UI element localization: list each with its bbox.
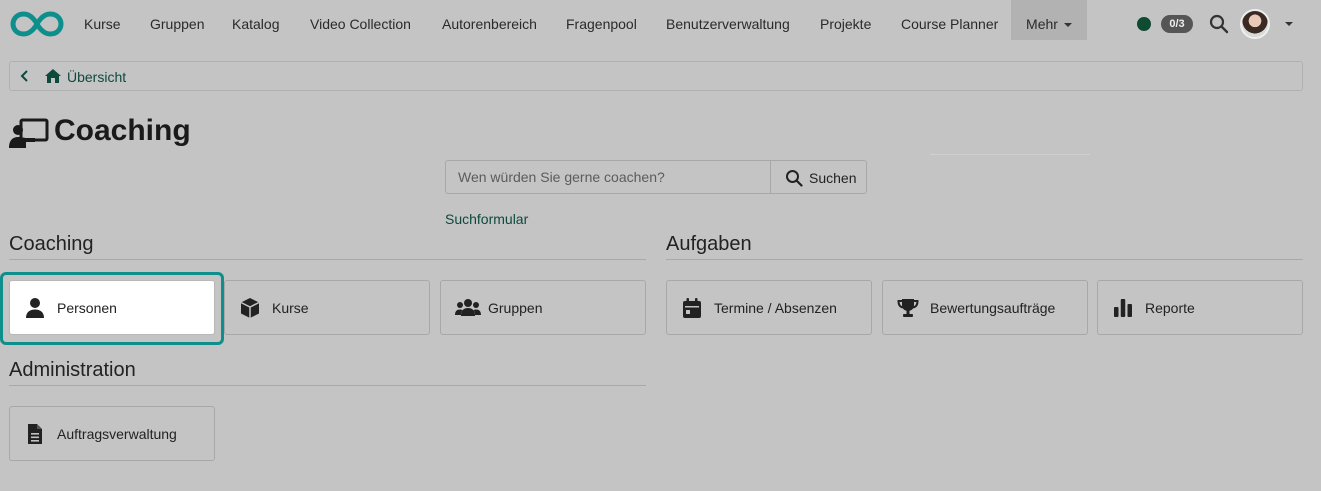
user-icon <box>26 298 44 318</box>
tile-label: Termine / Absenzen <box>714 300 837 316</box>
back-arrow-icon[interactable] <box>18 69 32 83</box>
bar-chart-icon <box>1114 299 1132 317</box>
search-input[interactable] <box>445 160 771 194</box>
coaching-icon <box>9 118 49 148</box>
nav-item-course-planner[interactable]: Course Planner <box>901 0 998 40</box>
users-icon <box>455 299 481 316</box>
tile-gruppen[interactable]: Gruppen <box>440 280 646 335</box>
page-title: Coaching <box>54 114 191 147</box>
tile-label: Personen <box>57 300 117 316</box>
nav-item-fragenpool[interactable]: Fragenpool <box>566 0 637 40</box>
nav-item-benutzerverwaltung[interactable]: Benutzerverwaltung <box>666 0 790 40</box>
breadcrumb-overview-link[interactable]: Übersicht <box>67 69 126 85</box>
trophy-icon <box>897 299 919 317</box>
nav-item-video-collection[interactable]: Video Collection <box>310 0 411 40</box>
search-form-link[interactable]: Suchformular <box>445 211 528 227</box>
divider <box>930 154 1090 155</box>
nav-more-label: Mehr <box>1026 16 1058 32</box>
tile-reporte[interactable]: Reporte <box>1097 280 1303 335</box>
nav-item-projekte[interactable]: Projekte <box>820 0 871 40</box>
nav-item-autorenbereich[interactable]: Autorenbereich <box>442 0 537 40</box>
chevron-down-icon[interactable] <box>1285 22 1293 26</box>
breadcrumb: Übersicht <box>9 61 1303 91</box>
calendar-icon <box>683 298 701 318</box>
tile-label: Bewertungsaufträge <box>930 300 1056 316</box>
home-icon[interactable] <box>44 68 62 84</box>
section-heading-coaching: Coaching <box>9 233 94 255</box>
section-heading-aufgaben: Aufgaben <box>666 233 752 255</box>
tile-kurse[interactable]: Kurse <box>224 280 430 335</box>
tile-personen[interactable]: Personen <box>9 280 215 335</box>
section-heading-administration: Administration <box>9 359 136 381</box>
nav-item-katalog[interactable]: Katalog <box>232 0 279 40</box>
tile-label: Auftragsverwaltung <box>57 426 177 442</box>
search-button-label: Suchen <box>809 170 857 186</box>
tile-label: Gruppen <box>488 300 543 316</box>
nav-item-gruppen[interactable]: Gruppen <box>150 0 204 40</box>
notification-badge[interactable]: 0/3 <box>1161 15 1193 33</box>
logo-infinity-icon[interactable] <box>10 9 64 39</box>
nav-more-dropdown[interactable]: Mehr <box>1011 0 1087 40</box>
chevron-down-icon <box>1063 23 1072 28</box>
document-icon <box>28 424 42 444</box>
top-navigation: Kurse Gruppen Katalog Video Collection A… <box>0 0 1321 48</box>
tile-label: Kurse <box>272 300 309 316</box>
tile-bewertungsauftraege[interactable]: Bewertungsaufträge <box>882 280 1088 335</box>
search-icon <box>786 170 803 187</box>
tile-termine-absenzen[interactable]: Termine / Absenzen <box>666 280 872 335</box>
section-divider <box>9 385 646 386</box>
cube-icon <box>240 298 260 318</box>
user-avatar[interactable] <box>1240 9 1270 39</box>
tile-label: Reporte <box>1145 300 1195 316</box>
tile-auftragsverwaltung[interactable]: Auftragsverwaltung <box>9 406 215 461</box>
online-status-icon[interactable] <box>1137 17 1151 31</box>
section-divider <box>666 259 1303 260</box>
section-divider <box>9 259 646 260</box>
nav-item-kurse[interactable]: Kurse <box>84 0 121 40</box>
search-icon[interactable] <box>1209 14 1229 34</box>
search-button[interactable]: Suchen <box>770 160 867 194</box>
